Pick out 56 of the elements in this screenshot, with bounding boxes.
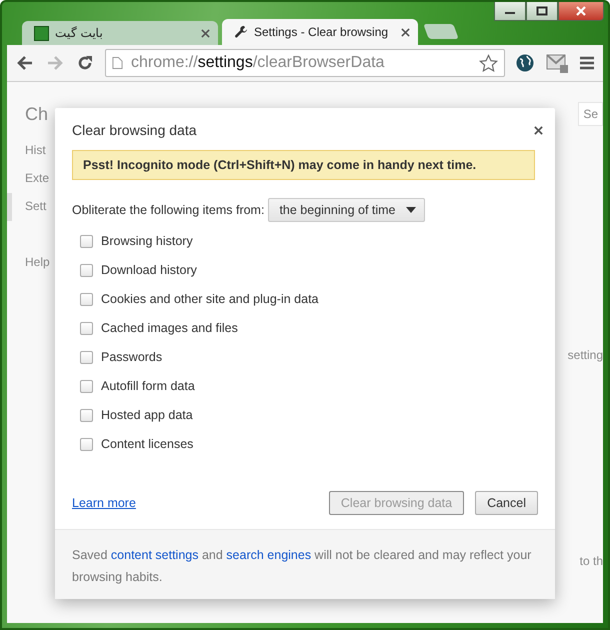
mail-icon[interactable] — [545, 52, 569, 74]
tab-title: Settings - Clear browsing — [254, 25, 390, 39]
site-favicon-icon — [34, 26, 49, 40]
browser-tab[interactable]: Settings - Clear browsing — [222, 19, 418, 45]
settings-link[interactable]: search engines — [226, 548, 312, 562]
checkbox[interactable] — [80, 380, 93, 392]
checkbox[interactable] — [80, 438, 93, 450]
checkbox[interactable] — [80, 350, 93, 364]
wrench-icon — [234, 25, 248, 39]
nav-item[interactable]: Sett — [7, 193, 50, 221]
globe-icon[interactable] — [515, 53, 535, 73]
checkbox-label: Autofill form data — [101, 379, 195, 393]
learn-more-link[interactable]: Learn more — [72, 496, 136, 510]
url-text: chrome://settings/clearBrowserData — [131, 54, 386, 72]
dialog-button[interactable]: Cancel — [475, 491, 538, 515]
checkbox[interactable] — [80, 264, 93, 276]
settings-link[interactable]: content settings — [110, 548, 198, 562]
close-icon[interactable] — [201, 28, 210, 38]
checkbox-label: Cookies and other site and plug-in data — [101, 292, 319, 306]
page-icon — [112, 56, 123, 70]
checkbox-label: Hosted app data — [101, 408, 193, 422]
minimize-button[interactable] — [494, 2, 526, 21]
close-icon — [575, 6, 587, 16]
checkbox[interactable] — [80, 234, 93, 248]
checkbox-label: Passwords — [101, 350, 162, 364]
star-icon[interactable] — [479, 54, 498, 72]
maximize-button[interactable] — [526, 2, 558, 21]
close-icon[interactable] — [534, 126, 543, 134]
setting-text: setting — [568, 348, 603, 362]
checkbox-label: Browsing history — [101, 234, 193, 248]
checkbox-label: Download history — [101, 263, 197, 277]
maximize-icon — [536, 6, 548, 16]
nav-item[interactable]: Help — [7, 249, 50, 277]
checkbox[interactable] — [80, 408, 93, 422]
checkbox-label: Content licenses — [101, 437, 194, 451]
caret-icon — [406, 207, 416, 213]
tab-title: بایت گیت — [55, 26, 104, 40]
time-range-label: Obliterate the following items from: — [72, 203, 264, 217]
checkbox[interactable] — [80, 292, 93, 306]
footer-note: Saved content settings and search engines will not be cleared and may reflect your browsing habits. — [72, 547, 532, 586]
address-bar[interactable]: chrome://settings/clearBrowserData — [105, 49, 505, 77]
new-tab-button[interactable] — [423, 24, 459, 39]
menu-icon[interactable] — [579, 55, 595, 71]
page-title: Ch — [24, 104, 50, 125]
search-field[interactable]: Se — [578, 102, 603, 126]
setting-text: to th — [580, 554, 603, 568]
browser-tab[interactable]: بایت گیت — [22, 21, 218, 45]
dialog-title: Clear browsing data — [72, 122, 197, 138]
time-range-dropdown[interactable]: the beginning of time — [268, 198, 425, 222]
close-icon[interactable] — [401, 28, 410, 36]
incognito-tip: Psst! Incognito mode (Ctrl+Shift+N) may come in handy next time. — [72, 150, 535, 180]
nav-item[interactable]: Hist — [7, 137, 50, 165]
nav-item[interactable]: Exte — [7, 165, 50, 193]
checkbox-label: Cached images and files — [101, 321, 238, 335]
close-button[interactable] — [558, 2, 604, 21]
checkbox[interactable] — [80, 322, 93, 334]
